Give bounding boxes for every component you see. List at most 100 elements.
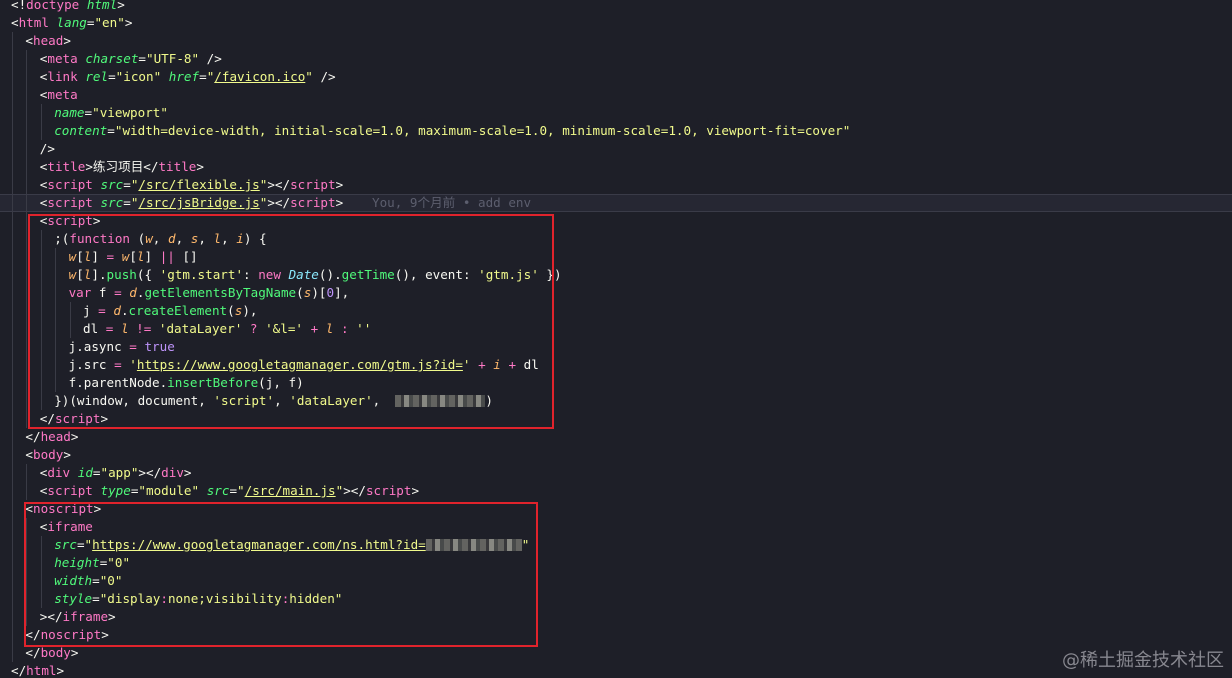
code-token: ) { xyxy=(243,231,267,246)
code-token: = xyxy=(76,537,85,552)
code-token: ( xyxy=(130,231,146,246)
code-token: html xyxy=(18,15,49,30)
code-line-text: width="0" xyxy=(54,572,122,590)
indent-guide xyxy=(12,212,13,230)
indent-guide xyxy=(12,374,13,392)
indent-guide xyxy=(26,374,28,392)
code-line-text: <script src="/src/flexible.js"></script> xyxy=(40,176,343,194)
code-line[interactable]: /> xyxy=(0,140,1232,158)
code-token: https://www.googletagmanager.com/ns.html… xyxy=(92,537,426,552)
code-token: = xyxy=(138,51,146,66)
code-token: = xyxy=(98,303,106,318)
code-line[interactable]: <div id="app"></div> xyxy=(0,464,1232,482)
code-token: > xyxy=(335,177,344,192)
code-token: = xyxy=(123,195,131,210)
code-token: : xyxy=(243,267,259,282)
indent-guide xyxy=(12,500,13,518)
code-token: i xyxy=(236,231,244,246)
code-line[interactable]: </head> xyxy=(0,428,1232,446)
code-token: script xyxy=(47,195,93,210)
code-line[interactable]: dl = l != 'dataLayer' ? '&l=' + l : '' xyxy=(0,320,1232,338)
code-line-text: j.async = true xyxy=(69,338,175,356)
code-token: /> xyxy=(39,141,55,156)
code-line[interactable]: src="https://www.googletagmanager.com/ns… xyxy=(0,536,1232,554)
code-line[interactable]: </script> xyxy=(0,410,1232,428)
code-line[interactable]: ;(function (w, d, s, l, i) { xyxy=(0,230,1232,248)
indent-guide xyxy=(12,284,13,302)
code-token: , xyxy=(274,393,290,408)
indent-guide xyxy=(26,482,28,500)
indent-guide xyxy=(55,320,57,338)
code-token: > xyxy=(93,501,102,516)
code-token: < xyxy=(25,501,33,516)
code-line[interactable]: <script src="/src/jsBridge.js"></script>… xyxy=(0,194,1232,213)
code-line[interactable]: j.async = true xyxy=(0,338,1232,356)
code-token: = xyxy=(106,249,115,264)
code-line[interactable]: content="width=device-width, initial-sca… xyxy=(0,122,1232,140)
code-line[interactable]: <!doctype html> xyxy=(0,0,1232,14)
indent-guide xyxy=(26,122,28,140)
indent-guide xyxy=(40,356,42,374)
code-line[interactable]: <script type="module" src="/src/main.js"… xyxy=(0,482,1232,500)
code-token: </ xyxy=(11,663,27,678)
code-editor[interactable]: <!doctype html> <html lang="en"> <head> <me… xyxy=(0,0,1232,678)
code-line[interactable]: j.src = 'https://www.googletagmanager.co… xyxy=(0,356,1232,374)
code-line[interactable]: style="display:none;visibility:hidden" xyxy=(0,590,1232,608)
code-line[interactable]: w[l] = w[l] || [] xyxy=(0,248,1232,266)
indent-guide xyxy=(12,86,13,104)
indent-guide xyxy=(26,356,28,374)
code-line[interactable]: name="viewport" xyxy=(0,104,1232,122)
code-line[interactable]: </noscript> xyxy=(0,626,1232,644)
code-line[interactable]: <link rel="icon" href="/favicon.ico" /> xyxy=(0,68,1232,86)
code-line[interactable]: </html> xyxy=(0,662,1232,678)
indent-guide xyxy=(26,338,28,356)
indent-guide xyxy=(55,374,57,392)
code-token: src xyxy=(100,177,124,192)
indent-guide xyxy=(26,140,28,158)
code-token: " xyxy=(521,537,530,552)
code-line[interactable]: </body> xyxy=(0,644,1232,662)
code-line[interactable]: <meta xyxy=(0,86,1232,104)
code-line[interactable]: j = d.createElement(s), xyxy=(0,302,1232,320)
indent-guide xyxy=(40,248,42,266)
indent-guide xyxy=(12,464,13,482)
code-line[interactable]: <script src="/src/flexible.js"></script> xyxy=(0,176,1232,194)
code-line[interactable]: <meta charset="UTF-8" /> xyxy=(0,50,1232,68)
code-line[interactable]: <html lang="en"> xyxy=(0,14,1232,32)
indent-guide xyxy=(12,482,13,500)
code-line[interactable]: var f = d.getElementsByTagName(s)[0], xyxy=(0,284,1232,302)
code-token: "icon" xyxy=(115,69,162,84)
code-token: ] xyxy=(91,249,107,264)
code-line[interactable]: <head> xyxy=(0,32,1232,50)
code-line-text: height="0" xyxy=(54,554,130,572)
code-token: = xyxy=(114,357,122,372)
code-line[interactable]: <title>练习项目</title> xyxy=(0,158,1232,176)
code-token: < xyxy=(25,447,33,462)
code-line[interactable]: ></iframe> xyxy=(0,608,1232,626)
code-token: function xyxy=(69,231,131,246)
code-line-text: content="width=device-width, initial-sca… xyxy=(54,122,850,140)
code-line[interactable]: width="0" xyxy=(0,572,1232,590)
code-line[interactable]: <body> xyxy=(0,446,1232,464)
indent-guide xyxy=(26,176,28,194)
code-line[interactable]: <noscript> xyxy=(0,500,1232,518)
code-token: " xyxy=(84,537,93,552)
code-line[interactable]: <iframe xyxy=(0,518,1232,536)
code-token: </ xyxy=(143,159,159,174)
code-token: [] xyxy=(174,249,198,264)
indent-guide xyxy=(12,608,13,626)
code-line[interactable]: f.parentNode.insertBefore(j, f) xyxy=(0,374,1232,392)
indent-guide xyxy=(12,248,13,266)
code-token: script xyxy=(47,213,93,228)
indent-guide xyxy=(40,122,42,140)
code-line[interactable]: <script> xyxy=(0,212,1232,230)
indent-guide xyxy=(26,104,28,122)
code-token: "0" xyxy=(99,573,123,588)
indent-guide xyxy=(12,32,13,50)
code-line[interactable]: w[l].push({ 'gtm.start': new Date().getT… xyxy=(0,266,1232,284)
code-line[interactable]: height="0" xyxy=(0,554,1232,572)
code-area[interactable]: <!doctype html> <html lang="en"> <head> <me… xyxy=(0,0,1232,678)
code-line-text: name="viewport" xyxy=(54,104,168,122)
code-line[interactable]: })(window, document, 'script', 'dataLaye… xyxy=(0,392,1232,410)
